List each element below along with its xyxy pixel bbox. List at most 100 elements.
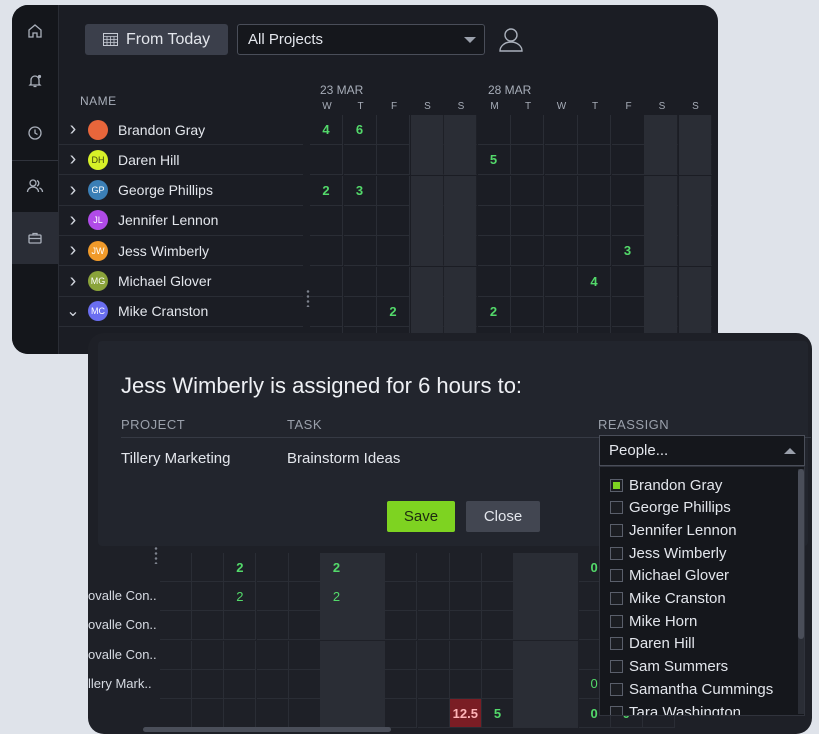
hours-cell[interactable] — [353, 553, 386, 582]
hours-cell[interactable] — [321, 669, 353, 699]
hours-cell[interactable] — [192, 699, 225, 728]
hours-cell[interactable] — [417, 669, 450, 699]
hours-cell[interactable] — [477, 266, 511, 297]
hours-cell[interactable] — [410, 266, 444, 297]
hours-cell[interactable] — [377, 115, 410, 145]
hours-cell[interactable] — [544, 115, 578, 145]
hours-cell[interactable] — [385, 640, 418, 670]
hours-cell[interactable] — [511, 205, 544, 236]
hours-cell[interactable] — [385, 699, 418, 728]
hours-cell[interactable] — [511, 175, 544, 206]
hours-cell[interactable] — [449, 669, 482, 699]
hours-cell[interactable] — [385, 669, 418, 699]
hours-cell[interactable] — [678, 266, 712, 297]
hours-cell[interactable]: 12.5 — [449, 699, 482, 728]
hours-cell[interactable]: 5 — [477, 145, 511, 176]
people-option[interactable]: Mike Horn — [610, 610, 697, 632]
hours-cell[interactable] — [645, 236, 678, 267]
hours-cell[interactable] — [678, 205, 712, 236]
hours-cell[interactable] — [477, 115, 511, 145]
hours-cell[interactable] — [377, 266, 410, 297]
hours-cell[interactable] — [611, 266, 645, 297]
hours-cell[interactable] — [353, 640, 386, 670]
checkbox[interactable] — [610, 705, 623, 715]
people-option[interactable]: Tara Washington — [610, 701, 741, 715]
hours-cell[interactable] — [256, 611, 289, 641]
column-resize-handle[interactable] — [154, 546, 158, 564]
hours-cell[interactable] — [544, 296, 578, 327]
people-option[interactable]: Jennifer Lennon — [610, 519, 737, 541]
hours-cell[interactable] — [310, 236, 343, 267]
hours-cell[interactable]: 3 — [343, 175, 377, 206]
hours-cell[interactable] — [544, 205, 578, 236]
hours-cell[interactable] — [160, 582, 192, 612]
person-row[interactable]: › Brandon Gray — [58, 115, 303, 145]
hours-cell[interactable] — [514, 553, 547, 582]
hours-cell[interactable]: 2 — [321, 582, 353, 612]
hours-cell[interactable] — [514, 582, 547, 612]
hours-cell[interactable] — [224, 699, 257, 728]
hours-cell[interactable] — [544, 175, 578, 206]
hours-cell[interactable] — [511, 266, 544, 297]
hours-cell[interactable] — [377, 175, 410, 206]
hours-cell[interactable] — [645, 205, 678, 236]
hours-cell[interactable] — [578, 296, 611, 327]
sidebar-notifications[interactable] — [12, 55, 58, 107]
hours-cell[interactable] — [343, 205, 377, 236]
hours-cell[interactable] — [310, 205, 343, 236]
hours-cell[interactable] — [544, 266, 578, 297]
hours-cell[interactable] — [343, 296, 377, 327]
hours-cell[interactable] — [310, 296, 343, 327]
hours-cell[interactable] — [678, 145, 712, 176]
hours-cell[interactable] — [482, 669, 514, 699]
hours-cell[interactable] — [377, 236, 410, 267]
hours-cell[interactable] — [343, 145, 377, 176]
hours-cell[interactable] — [192, 553, 225, 582]
hours-cell[interactable] — [449, 611, 482, 641]
hours-cell[interactable] — [444, 236, 477, 267]
checkbox[interactable] — [610, 569, 623, 583]
hours-cell[interactable] — [288, 553, 321, 582]
hours-cell[interactable] — [417, 640, 450, 670]
dropdown-scrollbar[interactable] — [798, 469, 804, 714]
hours-cell[interactable] — [514, 611, 547, 641]
assignee-filter[interactable] — [498, 26, 524, 57]
hours-cell[interactable] — [160, 640, 192, 670]
hours-cell[interactable] — [444, 296, 477, 327]
people-option[interactable]: George Phillips — [610, 497, 731, 519]
hours-cell[interactable] — [321, 611, 353, 641]
horizontal-scrollbar[interactable] — [143, 727, 391, 732]
hours-cell[interactable] — [310, 266, 343, 297]
person-row[interactable]: › JW Jess Wimberly — [58, 236, 303, 267]
hours-cell[interactable] — [192, 640, 225, 670]
hours-cell[interactable] — [578, 236, 611, 267]
chevron-right-icon[interactable]: › — [58, 118, 88, 141]
hours-cell[interactable] — [477, 236, 511, 267]
hours-cell[interactable] — [611, 175, 645, 206]
sidebar-workload[interactable] — [12, 212, 58, 264]
hours-cell[interactable] — [353, 669, 386, 699]
hours-cell[interactable] — [256, 553, 289, 582]
column-resize-handle[interactable] — [306, 289, 310, 307]
hours-cell[interactable] — [224, 611, 257, 641]
hours-cell[interactable] — [444, 266, 477, 297]
hours-cell[interactable] — [410, 236, 444, 267]
hours-cell[interactable] — [343, 236, 377, 267]
chevron-right-icon[interactable]: › — [58, 270, 88, 293]
hours-cell[interactable] — [544, 145, 578, 176]
hours-cell[interactable]: 2 — [224, 553, 257, 582]
hours-cell[interactable] — [546, 582, 579, 612]
hours-cell[interactable] — [645, 145, 678, 176]
hours-cell[interactable] — [449, 582, 482, 612]
hours-cell[interactable] — [678, 296, 712, 327]
hours-cell[interactable] — [511, 296, 544, 327]
hours-cell[interactable]: 4 — [310, 115, 343, 145]
people-select[interactable]: People... — [599, 435, 805, 466]
person-row[interactable]: ⌄ MC Mike Cranston — [58, 297, 303, 327]
hours-cell[interactable]: 2 — [310, 175, 343, 206]
hours-cell[interactable] — [678, 175, 712, 206]
hours-cell[interactable] — [310, 145, 343, 176]
hours-cell[interactable] — [410, 296, 444, 327]
hours-cell[interactable] — [160, 553, 192, 582]
checkbox[interactable] — [610, 501, 623, 515]
